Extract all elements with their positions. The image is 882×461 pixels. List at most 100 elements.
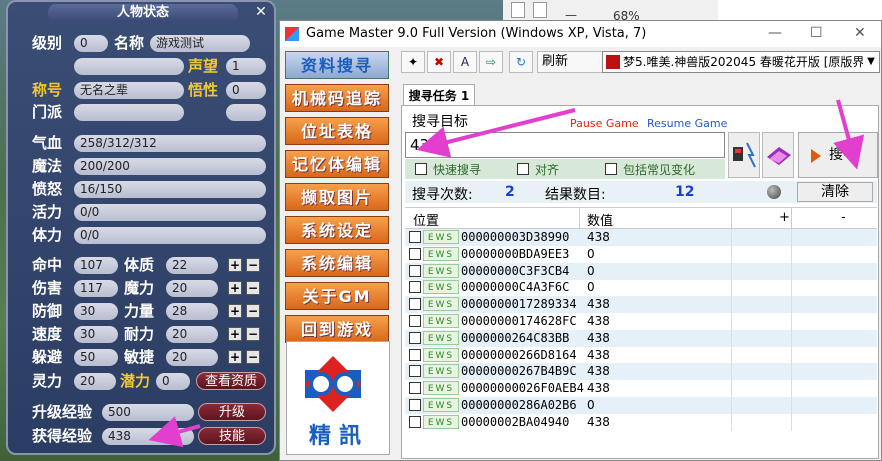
chevron-down-icon[interactable]: ▼ [863,52,879,72]
result-count-value: 12 [675,184,695,200]
side-button-memory-search[interactable]: 资料搜寻 [285,51,389,79]
table-row[interactable]: EWS 00000000267B4B9C 438 [405,363,877,381]
maximize-icon[interactable]: ☐ [810,25,823,41]
calculator-icon[interactable] [728,132,760,178]
side-button-code-trace[interactable]: 机械码追踪 [285,84,389,112]
sparkle-icon[interactable]: ✦ [401,51,425,73]
stat-label: 力量 [124,302,155,320]
row-flags: EWS [423,246,459,261]
col-minus[interactable]: - [841,210,846,225]
side-button-capture-image[interactable]: 撷取图片 [285,183,389,211]
plus-button[interactable]: + [228,350,242,364]
row-checkbox[interactable] [409,231,421,243]
row-address: 00000000267B4B9C [461,364,577,379]
level-value: 0 [74,35,108,52]
table-row[interactable]: EWS 00000000174628FC 438 [405,313,877,330]
tab-bar: 搜寻任务 1 [401,84,881,106]
row-checkbox[interactable] [409,399,421,411]
faction-value [74,104,184,121]
status-indicator [767,185,781,199]
pause-game-link[interactable]: Pause Game [570,117,639,130]
gain-exp-label: 获得经验 [32,427,93,445]
side-button-system-settings[interactable]: 系统设定 [285,216,389,244]
row-checkbox[interactable] [409,348,421,361]
resume-game-link[interactable]: Resume Game [647,117,727,130]
delete-icon[interactable]: ✖ [427,51,451,73]
plus-button[interactable]: + [228,327,242,341]
view-aptitude-button[interactable]: 查看资质 [196,372,266,390]
minimize-icon[interactable]: — [768,25,782,41]
minus-button[interactable]: − [246,350,260,364]
side-button-system-edit[interactable]: 系统编辑 [285,249,389,277]
spirit-value: 20 [74,373,116,390]
side-button-about[interactable]: 关于GM [285,282,389,310]
row-checkbox[interactable] [409,415,421,428]
plus-button[interactable]: + [228,281,242,295]
align-checkbox[interactable] [517,163,529,175]
table-row[interactable]: EWS 00000000266D8164 438 [405,346,877,364]
minus-button[interactable]: − [246,304,260,318]
search-button-label: 搜寻 [829,147,857,163]
row-checkbox[interactable] [409,298,421,311]
text-icon[interactable]: A [453,51,477,73]
plus-button[interactable]: + [228,304,242,318]
fast-search-label: 快速搜寻 [433,163,482,177]
search-count-label: 搜寻次数: [412,187,473,203]
row-value: 438 [587,297,610,312]
row-checkbox[interactable] [409,315,421,327]
table-row[interactable]: EWS 000000003D38990 438 [405,229,877,246]
table-row[interactable]: EWS 00000000C3F3CB4 0 [405,262,877,280]
stamina-value: 0/0 [74,227,266,244]
minus-button[interactable]: − [246,281,260,295]
table-row[interactable]: EWS 00000000BDA9EE3 0 [405,245,877,263]
fast-search-checkbox[interactable] [415,163,427,175]
minus-button[interactable]: − [246,258,260,272]
blank-value [226,104,266,121]
upgrade-button[interactable]: 升级 [198,403,266,421]
table-row[interactable]: EWS 0000000264C83BB 438 [405,329,877,347]
book-icon[interactable] [762,132,794,178]
refresh-button[interactable]: 刷新 [537,51,603,73]
close-icon[interactable]: ✕ [253,4,269,20]
col-value[interactable]: 数值 [587,210,613,229]
stat-value: 22 [166,257,218,274]
row-flags: EWS [423,330,459,345]
row-checkbox[interactable] [409,365,421,378]
skill-button[interactable]: 技能 [198,427,266,445]
clear-button[interactable]: 清除 [797,182,873,202]
process-select[interactable]: 梦5.唯美.神兽版202045 春暖花开版 [原版界面 ▼ [602,51,880,73]
search-value-input[interactable]: 438 [405,132,725,158]
title-value: 无名之辈 [74,82,184,99]
table-row[interactable]: EWS 00000000286A02B6 0 [405,397,877,414]
potential-value: 0 [156,373,190,390]
export-icon[interactable]: ⇨ [479,51,503,73]
col-address[interactable]: 位置 [413,210,439,229]
search-button[interactable]: 搜寻 [798,132,878,178]
play-icon [811,149,821,163]
row-checkbox[interactable] [409,281,421,294]
doc-icon [511,2,525,18]
plus-button[interactable]: + [228,258,242,272]
doc-icon [533,2,547,18]
row-checkbox[interactable] [409,331,421,344]
side-button-return-game[interactable]: 回到游戏 [285,315,389,343]
side-button-address-table[interactable]: 位址表格 [285,117,389,145]
refresh-icon[interactable]: ↻ [509,51,533,73]
wu-value: 0 [226,82,266,99]
row-address: 00000000286A02B6 [461,398,577,412]
row-checkbox[interactable] [409,264,421,277]
table-row[interactable]: EWS 0000000017289334 438 [405,296,877,314]
close-icon[interactable]: ✕ [854,25,866,41]
common-change-checkbox[interactable] [605,163,617,175]
table-row[interactable]: EWS 00000000C4A3F6C 0 [405,279,877,297]
row-checkbox[interactable] [409,382,421,395]
side-button-memory-edit[interactable]: 记忆体编辑 [285,150,389,178]
table-row[interactable]: EWS 00000002BA04940 438 [405,413,877,431]
table-row[interactable]: EWS 00000000026F0AEB4 438 [405,380,877,398]
row-checkbox[interactable] [409,247,421,260]
row-flags: EWS [423,314,459,328]
minus-button[interactable]: − [246,327,260,341]
col-plus[interactable]: + [779,210,790,225]
tab-search-task-1[interactable]: 搜寻任务 1 [403,84,475,106]
title-label: 称号 [32,81,63,99]
